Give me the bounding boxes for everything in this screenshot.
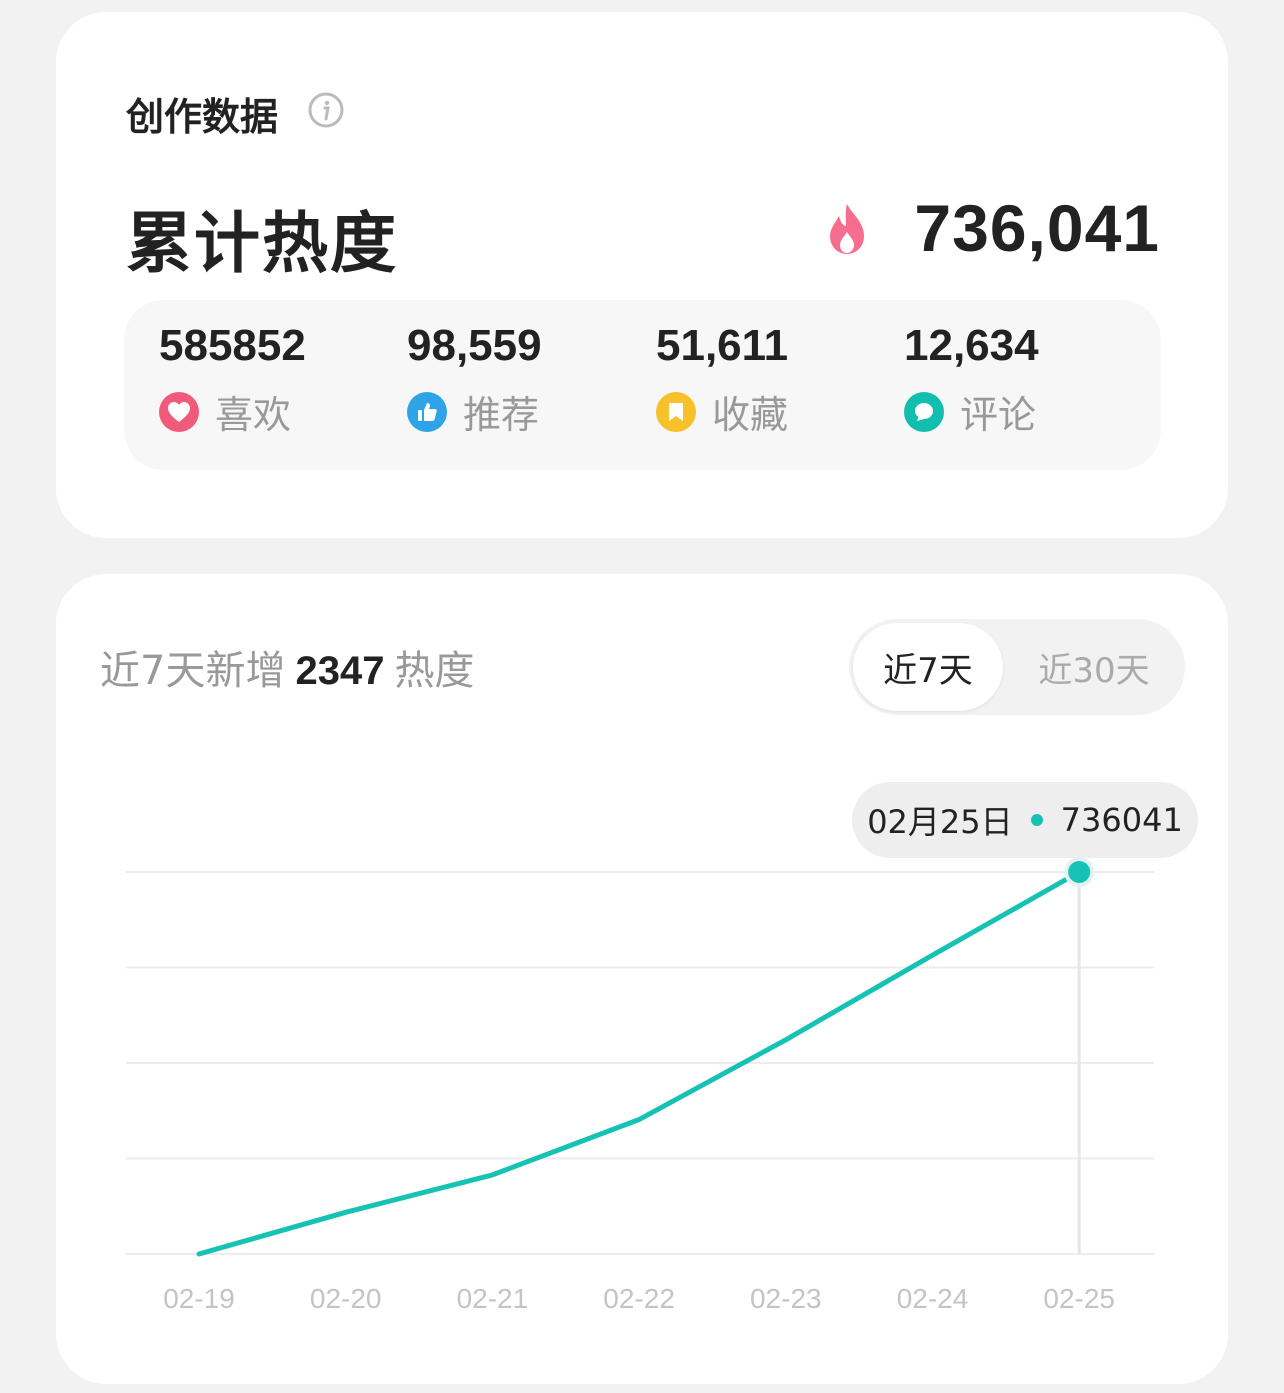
comment-icon: [904, 391, 944, 432]
tooltip-dot: [1030, 814, 1043, 826]
x-tick-label: 02-25: [1043, 1283, 1115, 1314]
stat-likes[interactable]: 585852 喜欢: [159, 318, 306, 439]
stat-recommends[interactable]: 98,559 推荐: [407, 318, 542, 439]
stats-panel: 585852 喜欢 98,559 推荐 51,611 收藏 12,634 评论: [124, 300, 1161, 470]
stat-value: 51,611: [656, 321, 789, 370]
heart-icon: [159, 391, 199, 432]
data-point: [1068, 861, 1091, 883]
stat-value: 12,634: [904, 321, 1039, 370]
section-title: 创作数据: [126, 95, 279, 139]
x-tick-label: 02-21: [457, 1283, 529, 1314]
flame-icon: [830, 204, 864, 254]
stat-comments[interactable]: 12,634 评论: [904, 318, 1039, 439]
tooltip-value: 736041: [1060, 801, 1183, 839]
stat-label: 评论: [960, 393, 1037, 437]
stat-value: 98,559: [407, 321, 542, 370]
stat-label: 喜欢: [215, 393, 292, 437]
chart-tooltip: 02月25日 736041: [852, 782, 1198, 858]
x-tick-label: 02-19: [163, 1283, 235, 1314]
x-tick-label: 02-23: [750, 1283, 822, 1314]
stat-favorites[interactable]: 51,611 收藏: [656, 318, 788, 439]
total-heat-value: 736,041: [914, 191, 1160, 265]
stat-label: 收藏: [712, 393, 789, 437]
tooltip-date: 02月25日: [867, 803, 1013, 841]
stat-label: 推荐: [463, 393, 540, 437]
x-tick-label: 02-22: [603, 1283, 675, 1314]
thumbs-up-icon: [407, 391, 447, 432]
x-tick-label: 02-24: [897, 1283, 969, 1314]
bookmark-icon: [656, 391, 696, 432]
summary-card: 创作数据 累计热度 736,041 585852 喜欢 98,559 推荐 51…: [56, 12, 1228, 538]
x-tick-label: 02-20: [310, 1283, 382, 1314]
heat-trend-chart: 02-19 02-20 02-21 02-22 02-23 02-24 02-25: [126, 857, 1154, 1314]
stat-value: 585852: [159, 321, 306, 370]
trend-card: 近7天新增 2347 热度 近7天 近30天 02-19 02-20 02-21 02-2…: [56, 574, 1228, 1384]
info-icon[interactable]: [308, 92, 344, 128]
total-heat-label: 累计热度: [126, 205, 398, 282]
